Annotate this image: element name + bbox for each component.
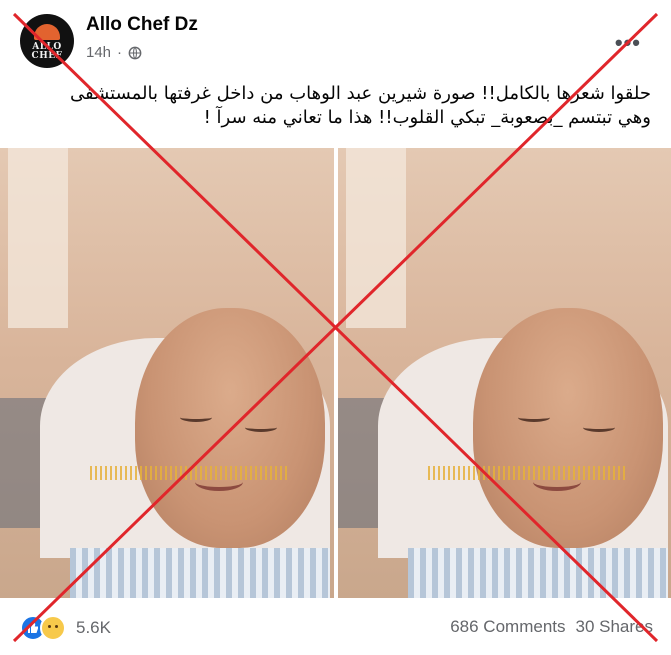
more-options-button[interactable]: ••• bbox=[615, 30, 641, 56]
caption-line-1: حلقوا شعرها بالكامل!! صورة شيرين عبد الو… bbox=[69, 83, 651, 104]
eye-right bbox=[245, 423, 277, 432]
photo-left[interactable] bbox=[0, 148, 334, 598]
caption-line-2: وهي تبتسم _بصعوبة_ تبكي القلوب!! هذا ما … bbox=[203, 107, 651, 128]
post-caption: حلقوا شعرها بالكامل!! صورة شيرين عبد الو… bbox=[11, 82, 651, 130]
shares-count[interactable]: 30 Shares bbox=[576, 617, 654, 637]
sad-icon bbox=[40, 615, 66, 641]
separator-dot: · bbox=[117, 44, 123, 61]
window-light bbox=[8, 148, 68, 328]
reaction-count[interactable]: 5.6K bbox=[76, 618, 111, 638]
window-light bbox=[345, 148, 406, 328]
globe-icon bbox=[128, 46, 142, 59]
post-time[interactable]: 14h bbox=[86, 44, 111, 61]
audio-waveform bbox=[427, 466, 628, 480]
page-avatar[interactable]: ALLO CHEF bbox=[20, 14, 74, 68]
hospital-gown bbox=[70, 548, 330, 598]
post-photos[interactable] bbox=[0, 148, 671, 598]
comments-count[interactable]: 686 Comments bbox=[450, 617, 565, 637]
post-meta: 14h · bbox=[86, 44, 142, 61]
eye-right bbox=[582, 423, 615, 432]
post-header: ALLO CHEF Allo Chef Dz 14h · ••• bbox=[0, 0, 671, 76]
author-name[interactable]: Allo Chef Dz bbox=[86, 14, 198, 36]
post-stats: 686 Comments 30 Shares bbox=[450, 617, 653, 637]
post-footer: 5.6K 686 Comments 30 Shares bbox=[0, 598, 671, 655]
person-head bbox=[135, 308, 325, 548]
audio-waveform bbox=[90, 466, 290, 480]
hospital-gown bbox=[407, 548, 668, 598]
avatar-logo-text: ALLO CHEF bbox=[31, 42, 63, 61]
eye-left bbox=[517, 413, 550, 422]
person-head bbox=[472, 308, 663, 548]
reactions-summary[interactable]: 5.6K bbox=[20, 615, 111, 641]
chef-cloche-icon bbox=[34, 24, 60, 40]
eye-left bbox=[180, 413, 212, 422]
photo-right[interactable] bbox=[337, 148, 671, 598]
